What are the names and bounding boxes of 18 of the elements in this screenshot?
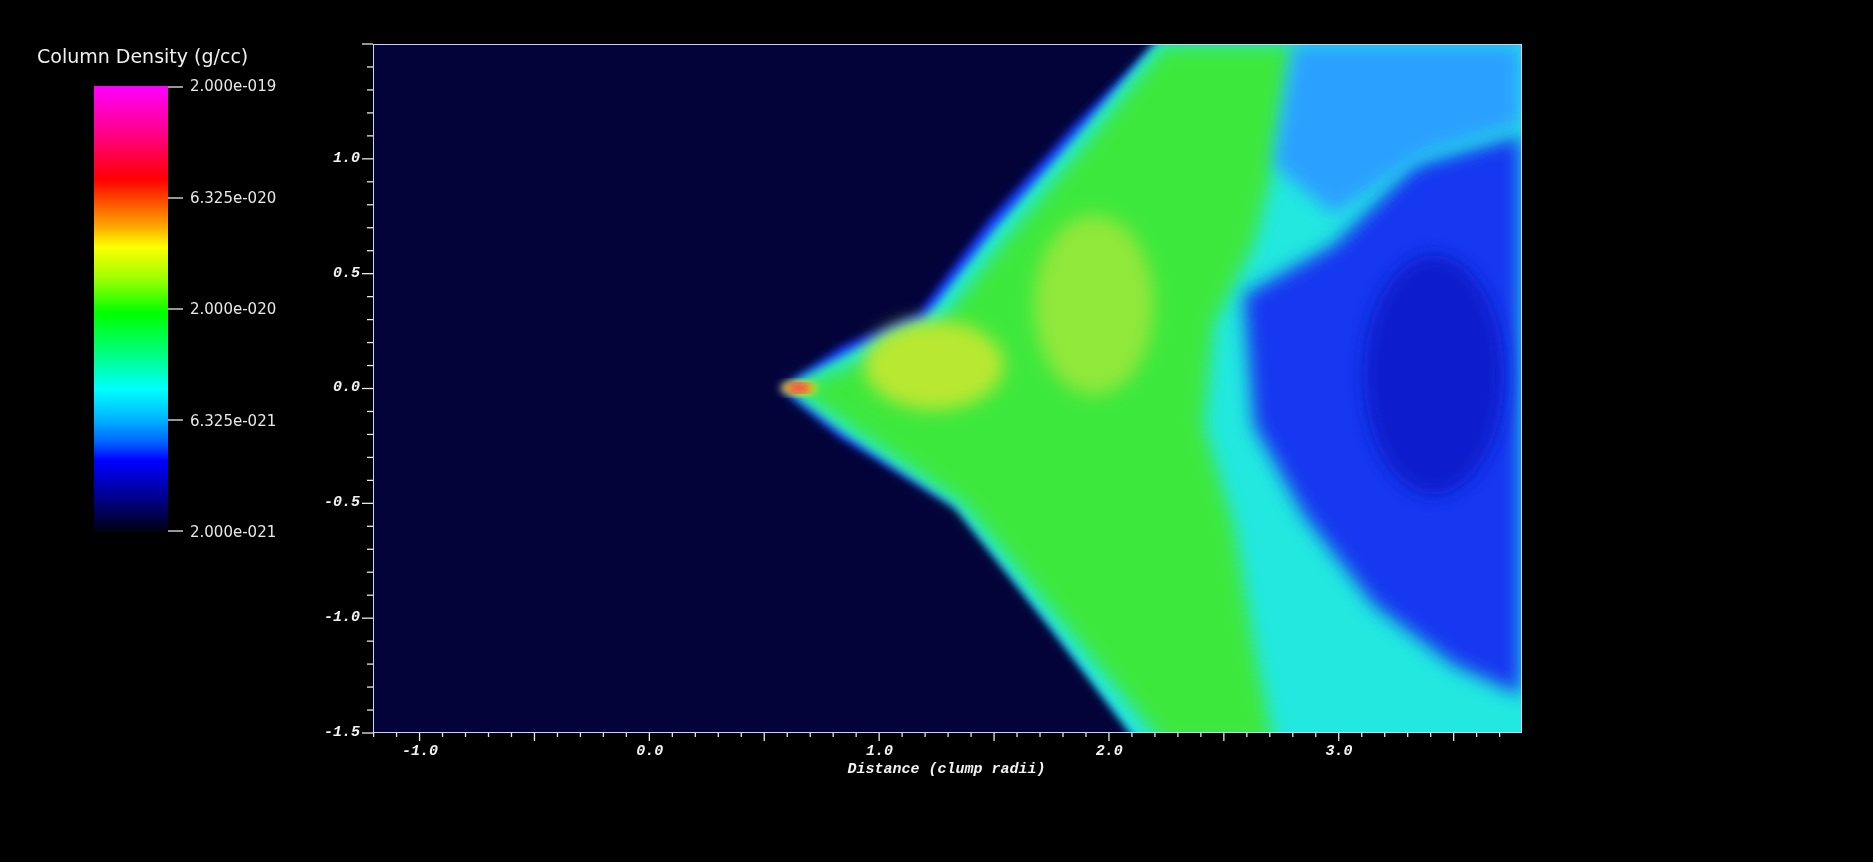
legend-value: 6.325e-021	[190, 411, 277, 430]
x-tick-label: 1.0	[865, 743, 894, 761]
x-tick-label: 3.0	[1324, 743, 1354, 761]
legend-value: 2.000e-019	[190, 77, 277, 95]
y-tick-label: -1.5	[323, 722, 361, 743]
y-tick-label: 1.0	[332, 148, 361, 169]
y-tick-label: -0.5	[323, 493, 361, 514]
x-axis-title: Distance (clump radii)	[847, 761, 1046, 779]
y-tick-label: -1.0	[323, 608, 361, 629]
y-tick-label: 0.5	[332, 263, 361, 284]
legend-value: 2.000e-021	[190, 523, 277, 541]
x-tick-label: 0.0	[635, 743, 665, 761]
x-tick-label: 2.0	[1094, 743, 1124, 761]
legend-title: Column Density (g/cc)	[37, 44, 249, 68]
y-tick-label: 0.0	[332, 378, 361, 399]
x-tick-label: -1.0	[400, 743, 439, 761]
legend-value: 6.325e-020	[190, 188, 277, 207]
legend-value: 2.000e-020	[190, 300, 277, 318]
